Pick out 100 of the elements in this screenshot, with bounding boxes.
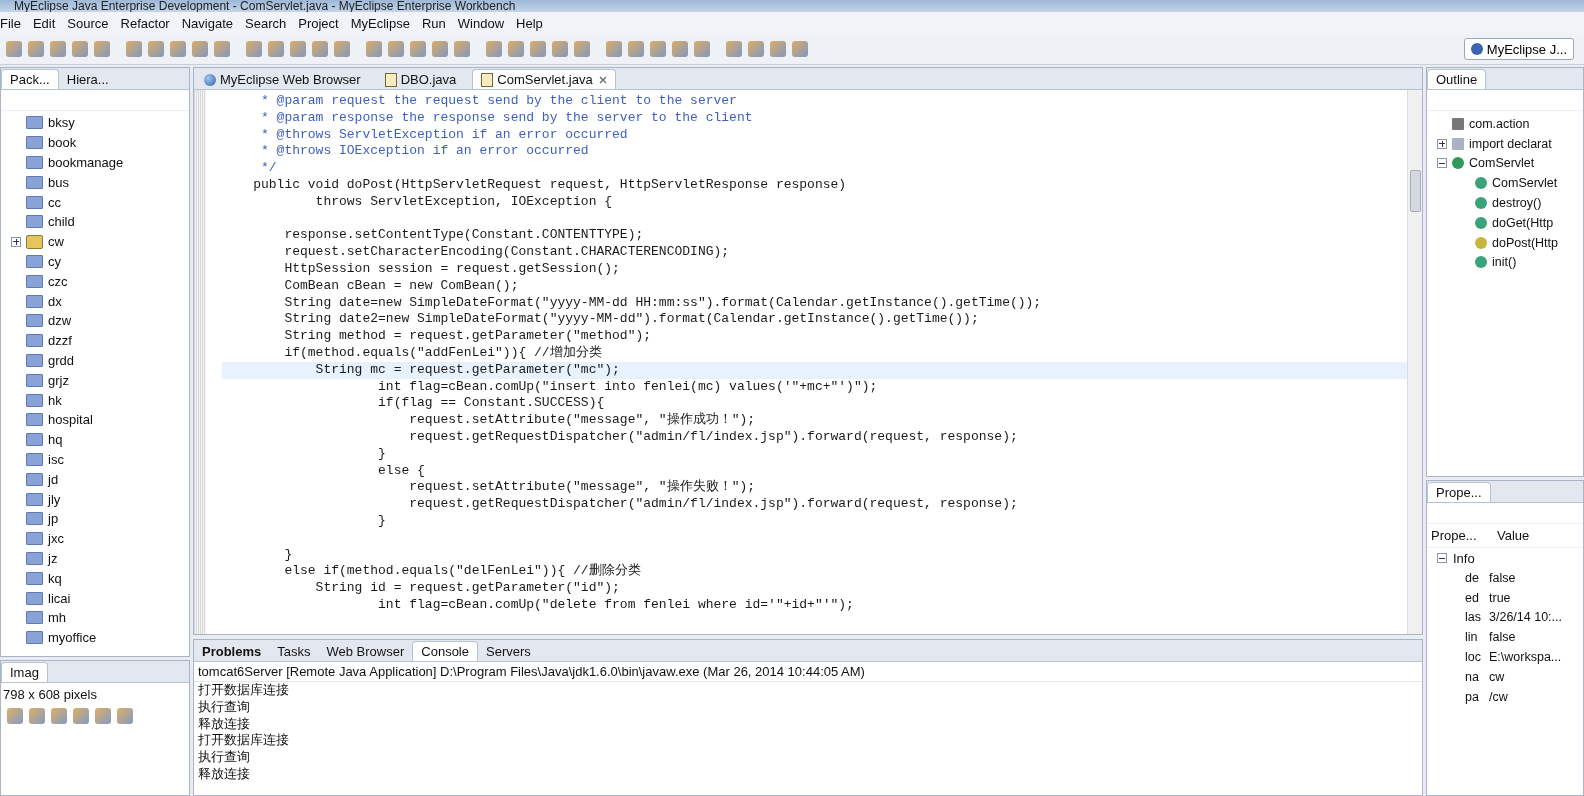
perspective-button[interactable]: MyEclipse J... — [1463, 38, 1574, 60]
tree-item[interactable]: mh — [11, 607, 189, 628]
toolbar-icon[interactable] — [694, 41, 710, 57]
tree-item[interactable]: bksy — [11, 113, 189, 133]
toolbar-icon[interactable] — [246, 41, 262, 57]
editor-tab[interactable]: DBO.java — [376, 70, 465, 89]
expand-icon[interactable] — [1437, 138, 1447, 149]
outline-item[interactable]: ComServlet — [1437, 153, 1583, 174]
outline-item[interactable]: import declarat — [1437, 133, 1583, 154]
outline-item[interactable]: init() — [1437, 252, 1583, 273]
expand-icon[interactable] — [1437, 158, 1447, 169]
editor-tab[interactable]: MyEclipse Web Browser — [196, 70, 369, 89]
view-tab[interactable]: Pack... — [1, 69, 59, 89]
toolbar-icon[interactable] — [388, 41, 404, 57]
tree-item[interactable]: hk — [11, 390, 189, 410]
outline-item[interactable]: com.action — [1437, 114, 1583, 134]
toolbar-icon[interactable] — [650, 41, 666, 57]
tree-item[interactable]: jd — [11, 469, 189, 490]
outline-item[interactable]: doPost(Http — [1437, 232, 1583, 253]
tree-item[interactable]: cy — [11, 251, 189, 272]
toolbar-icon[interactable] — [628, 41, 644, 57]
outline-item[interactable]: ComServlet — [1437, 173, 1583, 194]
tree-item[interactable]: myoffice — [11, 627, 189, 648]
outline-item[interactable]: destroy() — [1437, 193, 1583, 213]
tree-item[interactable]: kq — [11, 568, 189, 589]
toolbar-icon[interactable] — [28, 41, 44, 57]
view-tab[interactable]: Web Browser — [318, 642, 413, 661]
tree-item[interactable]: hospital — [11, 409, 189, 430]
toolbar-icon[interactable] — [432, 41, 448, 57]
tree-item[interactable]: jly — [11, 489, 189, 509]
toolbar-icon[interactable] — [6, 41, 22, 57]
view-tab[interactable]: Hiera... — [58, 70, 117, 89]
menu-item[interactable]: Help — [510, 15, 549, 31]
tree-item[interactable]: dx — [11, 291, 189, 311]
tree-item[interactable]: hq — [11, 429, 189, 450]
view-tab[interactable]: Imag — [1, 662, 48, 682]
tree-item[interactable]: czc — [11, 271, 189, 292]
expand-icon[interactable] — [11, 236, 21, 247]
tree-item[interactable]: isc — [11, 449, 189, 470]
toolbar-icon[interactable] — [454, 41, 470, 57]
toolbar-icon[interactable] — [552, 41, 568, 57]
toolbar-icon[interactable] — [574, 41, 590, 57]
tree-item[interactable]: dzzf — [11, 330, 189, 351]
tree-item[interactable]: licai — [11, 588, 189, 608]
toolbar-icon[interactable] — [748, 41, 764, 57]
tree-item[interactable]: bus — [11, 172, 189, 193]
tree-item[interactable]: jxc — [11, 528, 189, 549]
tree-item[interactable]: grdd — [11, 350, 189, 371]
view-tab[interactable]: Servers — [478, 642, 539, 661]
toolbar-icon[interactable] — [73, 708, 89, 724]
toolbar-icon[interactable] — [312, 41, 328, 57]
toolbar-icon[interactable] — [95, 708, 111, 724]
view-tab[interactable]: Prope... — [1427, 482, 1491, 502]
menu-item[interactable]: Refactor — [114, 15, 176, 31]
toolbar-icon[interactable] — [72, 41, 88, 57]
menu-item[interactable]: Edit — [26, 15, 62, 31]
close-icon[interactable] — [598, 75, 607, 84]
toolbar-icon[interactable] — [290, 41, 306, 57]
tree-item[interactable]: child — [11, 212, 189, 232]
toolbar-icon[interactable] — [726, 41, 742, 57]
toolbar-icon[interactable] — [508, 41, 524, 57]
outline-item[interactable]: doGet(Http — [1437, 213, 1583, 233]
toolbar-icon[interactable] — [148, 41, 164, 57]
toolbar-icon[interactable] — [117, 708, 133, 724]
menu-item[interactable]: Search — [239, 15, 293, 31]
toolbar-icon[interactable] — [192, 41, 208, 57]
toolbar-icon[interactable] — [530, 41, 546, 57]
menu-item[interactable]: Source — [61, 15, 115, 31]
tree-item[interactable]: grjz — [11, 370, 189, 391]
menu-item[interactable]: MyEclipse — [344, 15, 416, 31]
menu-item[interactable]: Window — [451, 15, 511, 31]
toolbar-icon[interactable] — [672, 41, 688, 57]
toolbar-icon[interactable] — [126, 41, 142, 57]
menu-item[interactable]: Run — [415, 15, 452, 31]
toolbar-icon[interactable] — [366, 41, 382, 57]
toolbar-icon[interactable] — [268, 41, 284, 57]
menu-item[interactable]: Navigate — [175, 15, 239, 31]
expand-icon[interactable] — [1437, 553, 1447, 563]
toolbar-icon[interactable] — [51, 708, 67, 724]
tree-item[interactable]: jz — [11, 548, 189, 569]
toolbar-icon[interactable] — [50, 41, 66, 57]
scrollbar-thumb[interactable] — [1410, 170, 1421, 212]
menu-item[interactable]: Project — [292, 15, 345, 31]
toolbar-icon[interactable] — [606, 41, 622, 57]
toolbar-icon[interactable] — [410, 41, 426, 57]
tree-item[interactable]: bookmanage — [11, 152, 189, 173]
menu-item[interactable]: File — [0, 15, 27, 31]
editor-tab[interactable]: ComServlet.java — [472, 69, 616, 89]
toolbar-icon[interactable] — [94, 41, 110, 57]
toolbar-icon[interactable] — [792, 41, 808, 57]
toolbar-icon[interactable] — [7, 708, 23, 724]
tree-item[interactable]: jp — [11, 508, 189, 529]
toolbar-icon[interactable] — [486, 41, 502, 57]
tree-item[interactable]: dzw — [11, 310, 189, 331]
toolbar-icon[interactable] — [770, 41, 786, 57]
toolbar-icon[interactable] — [29, 708, 45, 724]
tree-item[interactable]: cw — [11, 231, 189, 252]
view-tab[interactable]: Console — [412, 641, 478, 661]
toolbar-icon[interactable] — [334, 41, 350, 57]
toolbar-icon[interactable] — [170, 41, 186, 57]
